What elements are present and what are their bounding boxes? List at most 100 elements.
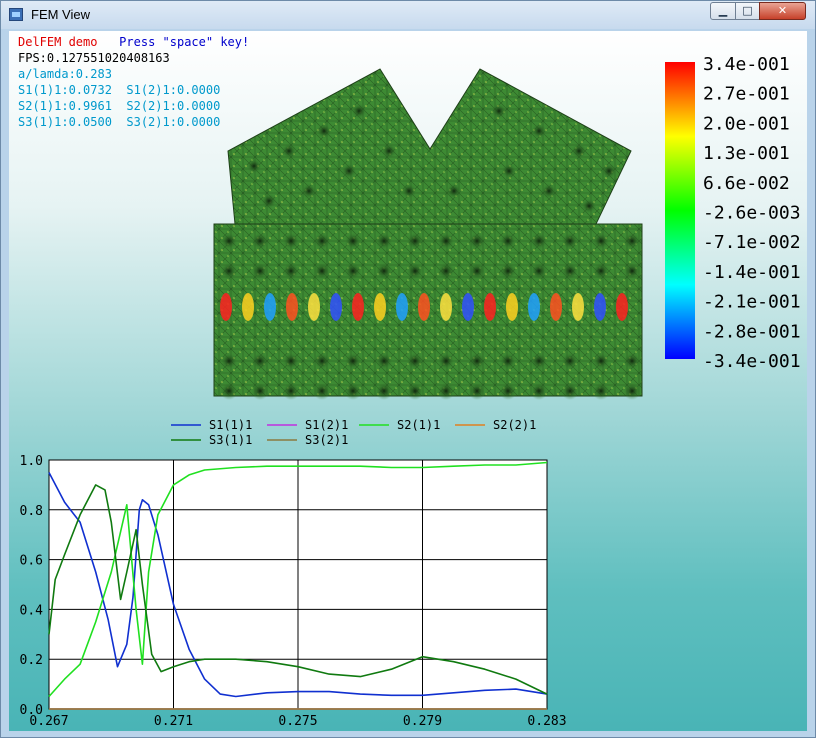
mesh-rod: [220, 232, 238, 250]
legend-label: S1(2)1: [305, 418, 348, 432]
mesh-rod: [282, 352, 300, 370]
field-spot: [396, 293, 408, 321]
colorbar-label: -7.1e-002: [703, 232, 801, 253]
mesh-rod: [530, 232, 548, 250]
y-tick-label: 0.4: [20, 603, 44, 618]
mesh-rod: [381, 143, 397, 159]
title-bar[interactable]: FEM View ▁ □ ✕: [1, 1, 815, 29]
minimize-button[interactable]: ▁: [710, 2, 736, 20]
s1-label: S1(1)1:0.0732 S1(2)1:0.0000: [18, 83, 221, 97]
fem-mesh: [213, 68, 643, 400]
mesh-rod: [344, 232, 362, 250]
mesh-rod: [531, 123, 547, 139]
field-spot: [594, 293, 606, 321]
colorbar-label: -2.1e-001: [703, 292, 801, 313]
colorbar-label: -2.6e-003: [703, 203, 801, 224]
mesh-rod: [313, 382, 331, 400]
field-spot: [440, 293, 452, 321]
x-axis-ticks: 0.267 0.271 0.275 0.279 0.283: [29, 714, 566, 729]
mesh-rod: [313, 352, 331, 370]
field-spot: [506, 293, 518, 321]
fem-scene: 3.4e-001 2.7e-001 2.0e-001 1.3e-001 6.6e-002…: [20, 54, 801, 729]
mesh-rod: [375, 382, 393, 400]
demo-label: DelFEM demo: [18, 35, 98, 49]
mesh-rod: [592, 382, 610, 400]
field-spot: [418, 293, 430, 321]
mesh-rod: [282, 262, 300, 280]
field-spot: [308, 293, 320, 321]
mesh-rod: [220, 382, 238, 400]
press-space-label: Press "space" key!: [119, 35, 250, 49]
mesh-rod: [406, 232, 424, 250]
legend-label: S3(1)1: [209, 433, 252, 447]
mesh-rod: [344, 382, 362, 400]
mesh-rod: [623, 262, 641, 280]
mesh-rod: [592, 232, 610, 250]
mesh-rod: [281, 143, 297, 159]
mesh-rod: [561, 232, 579, 250]
mesh-rod: [561, 352, 579, 370]
app-icon: [9, 8, 23, 21]
mesh-rod: [592, 262, 610, 280]
mesh-rod: [437, 382, 455, 400]
mesh-rod: [301, 183, 317, 199]
colorbar-label: 6.6e-002: [703, 173, 790, 194]
mesh-rod: [313, 232, 331, 250]
legend-label: S2(2)1: [493, 418, 536, 432]
mesh-rod: [246, 158, 262, 174]
mesh-rod: [499, 232, 517, 250]
mesh-rod: [375, 232, 393, 250]
mesh-rod: [499, 262, 517, 280]
y-tick-label: 0.2: [20, 653, 43, 668]
mesh-rod: [468, 262, 486, 280]
field-spot: [220, 293, 232, 321]
field-spot: [528, 293, 540, 321]
mesh-rod: [341, 163, 357, 179]
mesh-rod: [623, 382, 641, 400]
mesh-rod: [261, 193, 277, 209]
legend-label: S2(1)1: [397, 418, 440, 432]
field-spot: [550, 293, 562, 321]
mesh-rod: [561, 262, 579, 280]
mesh-rod: [437, 352, 455, 370]
mesh-rod: [501, 163, 517, 179]
mesh-rod: [375, 262, 393, 280]
legend-label: S3(2)1: [305, 433, 348, 447]
demo-line: DelFEM demo Press "space" key!: [18, 34, 249, 50]
x-tick-label: 0.283: [527, 714, 566, 729]
x-tick-label: 0.271: [154, 714, 193, 729]
colorbar-label: -1.4e-001: [703, 262, 801, 283]
mesh-rod: [468, 232, 486, 250]
gl-canvas[interactable]: 3.4e-001 2.7e-001 2.0e-001 1.3e-001 6.6e-002…: [9, 31, 807, 731]
field-spot: [264, 293, 276, 321]
mesh-rod: [530, 262, 548, 280]
field-spot: [374, 293, 386, 321]
mesh-rod: [251, 382, 269, 400]
mesh-rod: [251, 262, 269, 280]
mesh-rod: [468, 352, 486, 370]
mesh-rod: [623, 352, 641, 370]
colorbar-label: 1.3e-001: [703, 143, 790, 164]
y-tick-label: 1.0: [20, 454, 43, 469]
field-spot: [616, 293, 628, 321]
x-tick-label: 0.267: [29, 714, 68, 729]
colorbar-label: -2.8e-001: [703, 321, 801, 342]
colorbar-label: -3.4e-001: [703, 351, 801, 372]
mesh-rod: [282, 232, 300, 250]
close-button[interactable]: ✕: [759, 2, 806, 20]
fem-view-window: FEM View ▁ □ ✕ 3.4e-001 2.7e-001 2.0e-00…: [0, 0, 816, 738]
x-tick-label: 0.275: [278, 714, 317, 729]
maximize-button[interactable]: □: [735, 2, 760, 20]
mesh-rod: [316, 123, 332, 139]
colorbar-label: 2.0e-001: [703, 113, 790, 134]
y-tick-label: 0.8: [20, 504, 43, 519]
y-tick-label: 0.6: [20, 554, 43, 569]
mesh-rod: [468, 382, 486, 400]
mesh-rod: [623, 232, 641, 250]
mesh-rod: [491, 103, 507, 119]
mesh-rod: [344, 352, 362, 370]
a-lambda-label: a/lamda:0.283: [18, 67, 112, 81]
field-spot: [484, 293, 496, 321]
mesh-rod: [220, 352, 238, 370]
s2-label: S2(1)1:0.9961 S2(2)1:0.0000: [18, 99, 221, 113]
